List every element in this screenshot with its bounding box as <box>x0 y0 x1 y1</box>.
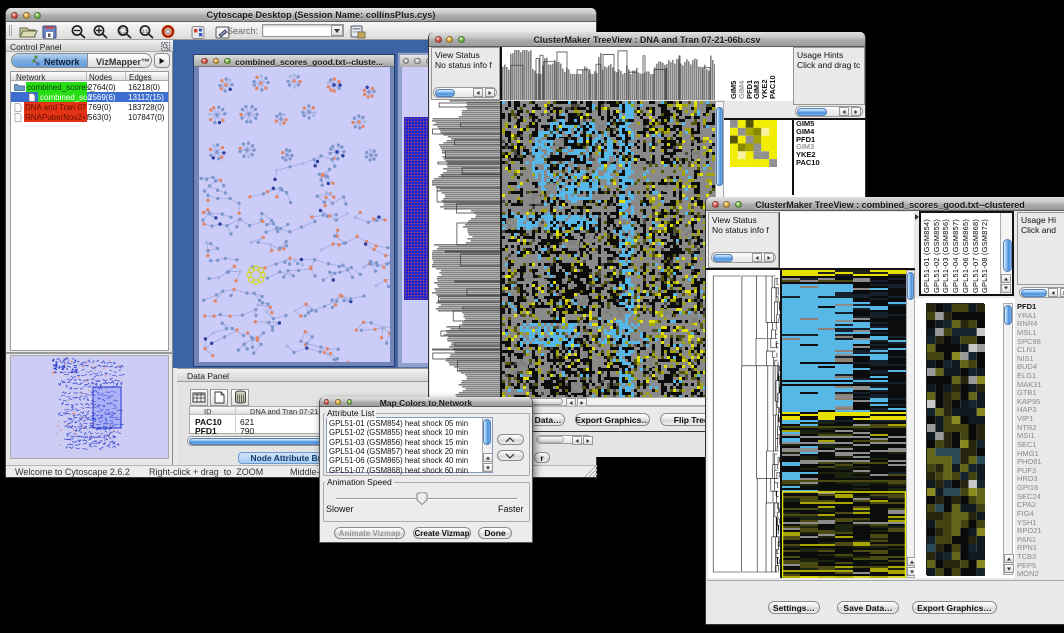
svg-text:1:1: 1:1 <box>142 29 149 34</box>
